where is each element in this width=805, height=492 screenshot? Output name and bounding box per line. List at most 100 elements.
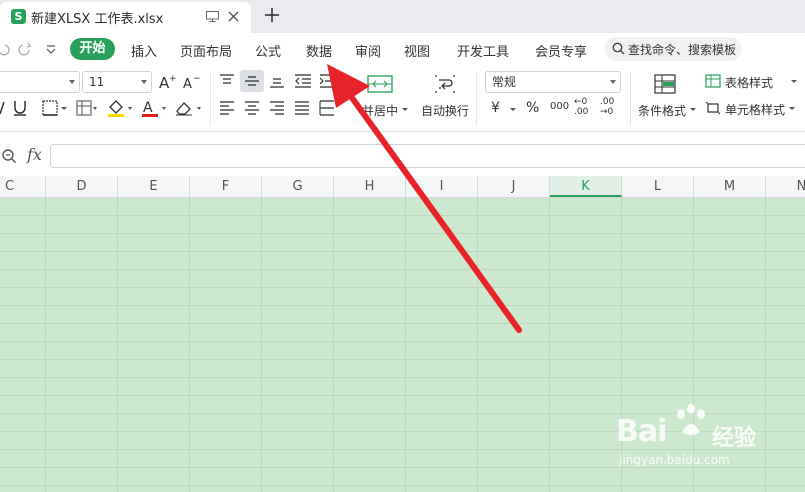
svg-text:+: +: [169, 74, 176, 84]
wrap-text-icon[interactable]: [433, 74, 457, 94]
grid-row-line: [0, 341, 805, 342]
distributed-align-icon[interactable]: [319, 100, 335, 116]
underline-icon[interactable]: [12, 99, 28, 117]
column-header-n[interactable]: N: [766, 176, 805, 197]
tab-formulas[interactable]: 公式: [255, 41, 281, 60]
grid-row-line: [0, 251, 805, 252]
grid-row-line: [0, 485, 805, 486]
grid-column-line: [333, 198, 334, 492]
column-header-h[interactable]: H: [334, 176, 406, 197]
table-style-icon[interactable]: [705, 74, 721, 88]
column-header-i[interactable]: I: [406, 176, 478, 197]
fill-color-icon[interactable]: [106, 98, 134, 118]
cell-style-icon[interactable]: [705, 101, 721, 115]
column-header-j[interactable]: J: [478, 176, 550, 197]
decrease-font-icon[interactable]: A −: [182, 73, 200, 91]
percent-format-button[interactable]: %: [526, 100, 539, 116]
font-name-select[interactable]: [0, 71, 80, 93]
justify-icon[interactable]: [294, 101, 310, 115]
freeze-icon[interactable]: [76, 100, 98, 116]
column-header-f[interactable]: F: [190, 176, 262, 197]
merge-center-label[interactable]: 并居中: [362, 102, 398, 119]
font-size-value: 11: [89, 75, 105, 89]
zoom-search-icon[interactable]: [1, 148, 17, 164]
align-bottom-icon[interactable]: [269, 74, 285, 88]
search-icon: [612, 42, 625, 55]
decrease-indent-icon[interactable]: [294, 74, 312, 88]
cell-style-dropdown-icon[interactable]: [788, 106, 796, 112]
grid-column-line: [405, 198, 406, 492]
column-header-g[interactable]: G: [262, 176, 334, 197]
increase-font-icon[interactable]: A +: [158, 73, 176, 91]
grid-column-line: [477, 198, 478, 492]
merge-dropdown-icon[interactable]: [401, 107, 409, 113]
insert-function-button[interactable]: fx: [27, 145, 42, 164]
table-style-dropdown-icon[interactable]: [790, 79, 798, 85]
decrease-decimal-button[interactable]: .00 →0: [600, 97, 620, 117]
ribbon-separator: [630, 72, 631, 126]
column-header-d[interactable]: D: [46, 176, 118, 197]
font-size-select[interactable]: 11: [82, 71, 152, 93]
grid-column-line: [261, 198, 262, 492]
italic-icon[interactable]: [0, 100, 6, 116]
grid-row-line: [0, 305, 805, 306]
ribbon-toolbar: 11 A + A − A 并居中 自动换行 常规 ¥ % 000 ←0 .00 …: [0, 66, 805, 132]
ribbon-separator: [476, 72, 477, 126]
ribbon-separator: [210, 72, 211, 126]
watermark-brand-cn: 经验: [712, 426, 757, 451]
table-style-label[interactable]: 表格样式: [725, 74, 773, 91]
align-right-icon[interactable]: [269, 101, 285, 115]
column-header-m[interactable]: M: [694, 176, 766, 197]
redo-icon[interactable]: [18, 42, 32, 56]
currency-dropdown-icon[interactable]: [509, 107, 517, 113]
align-left-icon[interactable]: [219, 101, 235, 115]
tab-data[interactable]: 数据: [306, 41, 332, 60]
tab-page-layout[interactable]: 页面布局: [180, 41, 232, 60]
tab-developer[interactable]: 开发工具: [457, 41, 509, 60]
thousands-separator-button[interactable]: 000: [550, 101, 569, 112]
number-format-select[interactable]: 常规: [485, 71, 621, 93]
cell-style-label[interactable]: 单元格样式: [725, 101, 785, 118]
column-header-e[interactable]: E: [118, 176, 190, 197]
customize-toolbar-icon[interactable]: [44, 42, 58, 56]
column-header-l[interactable]: L: [622, 176, 694, 197]
borders-icon[interactable]: [42, 100, 68, 116]
undo-icon[interactable]: [0, 42, 10, 56]
conditional-format-icon[interactable]: [654, 74, 676, 94]
new-tab-plus-icon[interactable]: [263, 6, 281, 24]
wrap-text-label[interactable]: 自动换行: [421, 102, 469, 119]
paw-logo-icon: [677, 404, 705, 435]
grid-column-line: [117, 198, 118, 492]
font-color-icon[interactable]: A: [140, 98, 168, 118]
conditional-format-label[interactable]: 条件格式: [638, 102, 686, 119]
align-center-icon[interactable]: [244, 101, 260, 115]
svg-text:A: A: [143, 100, 153, 116]
monitor-icon[interactable]: [206, 11, 219, 22]
formula-input[interactable]: [50, 144, 805, 168]
document-tab[interactable]: S 新建XLSX 工作表.xlsx: [0, 2, 251, 33]
search-placeholder: 查找命令、搜索模板: [628, 43, 737, 57]
command-search[interactable]: 查找命令、搜索模板: [604, 37, 742, 61]
document-title: 新建XLSX 工作表.xlsx: [31, 12, 164, 27]
align-top-icon[interactable]: [219, 74, 235, 88]
column-header-k[interactable]: K: [550, 176, 622, 197]
currency-format-button[interactable]: ¥: [491, 100, 500, 116]
increase-decimal-button[interactable]: ←0 .00: [574, 97, 594, 117]
tab-view[interactable]: 视图: [404, 41, 430, 60]
tab-home[interactable]: 开始: [70, 38, 115, 60]
grid-row-line: [0, 377, 805, 378]
grid-column-line: [45, 198, 46, 492]
close-tab-icon[interactable]: [227, 10, 240, 23]
grid-row-line: [0, 359, 805, 360]
align-middle-icon[interactable]: [244, 74, 260, 88]
increase-indent-icon[interactable]: [319, 74, 333, 88]
column-header-c[interactable]: C: [0, 176, 46, 197]
merge-center-icon[interactable]: [367, 75, 393, 93]
title-bar: S 新建XLSX 工作表.xlsx: [0, 0, 805, 33]
conditional-format-dropdown-icon[interactable]: [689, 107, 697, 113]
tab-review[interactable]: 审阅: [355, 41, 381, 60]
formula-bar: fx: [0, 133, 805, 176]
tab-member[interactable]: 会员专享: [535, 41, 587, 60]
eraser-icon[interactable]: [174, 99, 204, 117]
tab-insert[interactable]: 插入: [131, 41, 157, 60]
